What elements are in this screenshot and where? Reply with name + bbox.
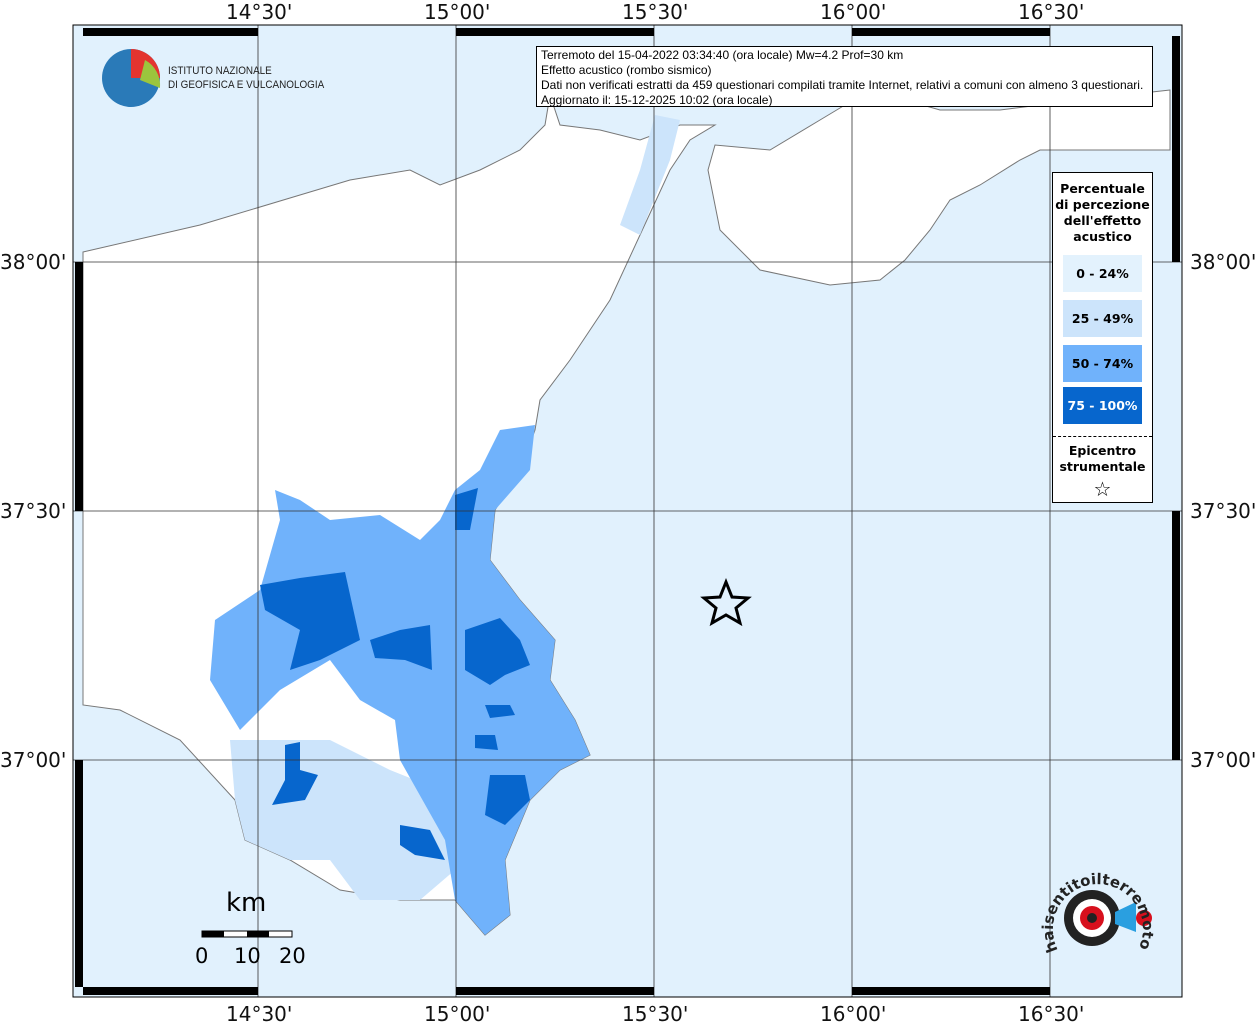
lat-label: 37°30' (1190, 499, 1255, 523)
effect-type: Effetto acustico (rombo sismico) (541, 63, 712, 77)
lat-label: 37°00' (0, 748, 67, 772)
update-time: Aggiornato il: 15-12-2025 10:02 (ora loc… (541, 93, 773, 107)
lon-label: 16°30' (1018, 0, 1085, 24)
event-title: Terremoto del 15-04-2022 03:34:40 (ora l… (541, 48, 904, 62)
lat-label: 38°00' (0, 250, 67, 274)
lat-label: 38°00' (1190, 250, 1255, 274)
legend-class: 0 - 24% (1063, 255, 1142, 292)
lon-label: 15°00' (424, 0, 491, 24)
lon-label: 16°00' (820, 1002, 887, 1026)
legend-class: 25 - 49% (1063, 300, 1142, 337)
data-note: Dati non verificati estratti da 459 ques… (541, 78, 1144, 92)
lat-label: 37°30' (0, 499, 67, 523)
legend-class: 75 - 100% (1063, 387, 1142, 424)
scale-bar (201, 930, 293, 938)
ingv-logo-text: ISTITUTO NAZIONALE DI GEOFISICA E VULCANO… (168, 65, 325, 91)
legend-class: 50 - 74% (1063, 345, 1142, 382)
lon-label: 16°30' (1018, 1002, 1085, 1026)
legend-epicenter-label: Epicentro strumentale (1059, 443, 1146, 474)
scale-label: 0 (195, 944, 209, 968)
legend: Percentuale di percezione dell'effetto a… (1052, 172, 1153, 503)
lat-label: 37°00' (1190, 748, 1255, 772)
legend-title: Percentuale di percezione dell'effetto a… (1055, 181, 1150, 244)
lon-label: 14°30' (226, 0, 293, 24)
haisentito-logo-icon: haisentitoilterremoto.it www (1033, 846, 1160, 980)
star-icon: ☆ (1093, 477, 1112, 501)
lon-label: 16°00' (820, 0, 887, 24)
lon-label: 15°00' (424, 1002, 491, 1026)
scale-label: 10 (234, 944, 261, 968)
scale-unit: km (226, 888, 267, 918)
ingv-logo-icon (102, 49, 161, 107)
scale-label: 20 (279, 944, 306, 968)
lon-label: 15°30' (622, 0, 689, 24)
lon-label: 14°30' (226, 1002, 293, 1026)
lon-label: 15°30' (622, 1002, 689, 1026)
event-info-box: Terremoto del 15-04-2022 03:34:40 (ora l… (536, 46, 1153, 107)
